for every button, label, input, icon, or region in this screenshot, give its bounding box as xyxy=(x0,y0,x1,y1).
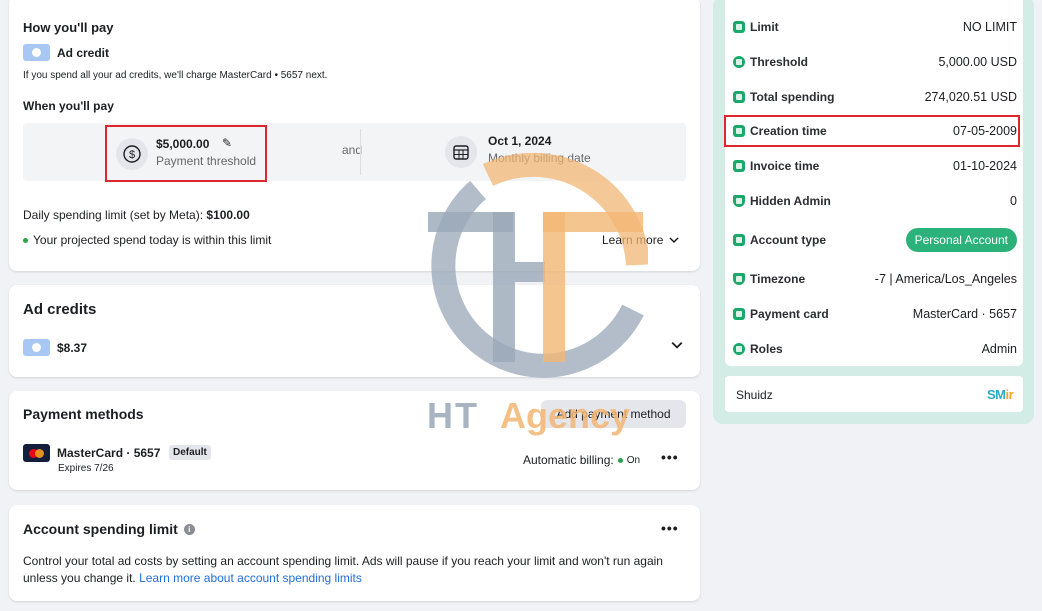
calendar-icon xyxy=(445,136,477,168)
default-badge: Default xyxy=(169,445,211,460)
ad-credit-label: Ad credit xyxy=(57,45,110,60)
info-row-timezone: Timezone -7 | America/Los_Angeles xyxy=(733,267,1017,291)
projected-text: Your projected spend today is within thi… xyxy=(33,233,272,247)
info-row-hidden-admin: Hidden Admin 0 xyxy=(733,189,1017,213)
info-label: Creation time xyxy=(750,124,827,138)
info-value: 274,020.51 USD xyxy=(924,90,1017,104)
payment-schedule: $ $5,000.00 ✎ Payment threshold and Oct … xyxy=(23,123,686,182)
account-type-badge: Personal Account xyxy=(905,228,1017,252)
info-value: MasterCard · 5657 xyxy=(912,307,1017,321)
info-row-account-type: Account type Personal Account xyxy=(733,228,1017,252)
mastercard-logo-icon xyxy=(23,444,50,462)
billing-date-label: Monthly billing date xyxy=(488,151,591,165)
chevron-down-icon[interactable] xyxy=(671,339,683,351)
status-dot-icon xyxy=(23,237,28,243)
info-row-total-spending: Total spending 274,020.51 USD xyxy=(733,85,1017,109)
info-value: 5,000.00 USD xyxy=(938,55,1017,69)
dollar-icon: $ xyxy=(116,138,148,170)
info-row-limit: Limit NO LIMIT xyxy=(733,15,1017,39)
shield-icon xyxy=(733,195,745,207)
payment-methods-title: Payment methods xyxy=(23,406,144,422)
watermark-word-ht: HT xyxy=(427,395,479,436)
automatic-billing-status: Automatic billing: On xyxy=(523,453,640,467)
charge-note: If you spend all your ad credits, we'll … xyxy=(23,70,328,81)
threshold-label: Payment threshold xyxy=(156,154,257,168)
info-row-creation-time: Creation time 07-05-2009 xyxy=(733,119,1017,143)
trend-icon xyxy=(733,56,745,68)
info-label: Roles xyxy=(750,342,783,356)
edit-threshold-icon[interactable]: ✎ xyxy=(222,136,232,150)
info-label: Payment card xyxy=(750,307,829,321)
status-dot-icon xyxy=(617,457,623,463)
card-expiry: Expires 7/26 xyxy=(58,463,114,474)
threshold-value: $5,000.00 xyxy=(156,137,210,151)
info-value: 01-10-2024 xyxy=(953,159,1017,173)
info-label: Timezone xyxy=(750,272,806,286)
info-row-invoice-time: Invoice time 01-10-2024 xyxy=(733,154,1017,178)
info-value: 0 xyxy=(1010,194,1017,208)
info-row-roles: Roles Admin xyxy=(733,337,1017,361)
info-row-threshold: Threshold 5,000.00 USD xyxy=(733,50,1017,74)
info-row-payment-card: Payment card MasterCard · 5657 xyxy=(733,302,1017,326)
info-value: 07-05-2009 xyxy=(953,124,1017,138)
watermark-word-agency: Agency xyxy=(500,395,631,436)
spending-limit-description: Control your total ad costs by setting a… xyxy=(23,553,683,587)
smir-logo: SMir xyxy=(987,387,1014,402)
info-label: Invoice time xyxy=(750,159,820,173)
account-info-list: Limit NO LIMIT Threshold 5,000.00 USD To… xyxy=(724,0,1023,366)
when-you-pay-title: When you'll pay xyxy=(23,99,114,113)
card-name: MasterCard · 5657 xyxy=(57,446,161,460)
info-value: Admin xyxy=(981,342,1017,356)
how-you-pay-title: How you'll pay xyxy=(23,20,114,35)
more-options-icon[interactable]: ••• xyxy=(661,449,679,465)
payment-threshold-highlight: $ $5,000.00 ✎ Payment threshold xyxy=(105,125,267,182)
ad-credits-title: Ad credits xyxy=(23,301,97,318)
divider xyxy=(360,129,361,175)
spending-limit-link[interactable]: Learn more about account spending limits xyxy=(139,571,362,585)
projected-spend-status: Your projected spend today is within thi… xyxy=(23,233,271,247)
ad-credit-method: Ad credit xyxy=(23,44,109,61)
daily-limit-label: Daily spending limit (set by Meta): xyxy=(23,208,207,222)
info-label: Threshold xyxy=(750,55,809,69)
ad-credits-card: Ad credits $8.37 xyxy=(9,285,700,377)
svg-text:$: $ xyxy=(129,149,135,161)
users-icon xyxy=(733,343,745,355)
ad-credit-icon xyxy=(23,44,50,61)
spending-limit-card: Account spending limit i ••• Control you… xyxy=(9,505,700,601)
card-icon xyxy=(733,308,745,320)
daily-limit-value: $100.00 xyxy=(206,208,250,222)
ad-credit-icon xyxy=(23,339,50,356)
billing-summary-card: How you'll pay Ad credit If you spend al… xyxy=(9,0,700,271)
info-label: Hidden Admin xyxy=(750,194,831,208)
wallet-icon xyxy=(733,91,745,103)
info-label: Total spending xyxy=(750,90,835,104)
auto-billing-label: Automatic billing: xyxy=(523,453,614,467)
more-options-icon[interactable]: ••• xyxy=(661,520,679,536)
daily-spending-limit: Daily spending limit (set by Meta): $100… xyxy=(23,208,250,222)
extension-footer: Shuidz SMir xyxy=(725,376,1023,412)
person-icon xyxy=(733,234,745,246)
ad-credits-amount: $8.37 xyxy=(57,340,88,355)
info-value: NO LIMIT xyxy=(962,20,1017,34)
calendar-icon xyxy=(733,125,745,137)
chevron-down-icon xyxy=(669,237,679,244)
card-icon xyxy=(733,21,745,33)
shield-icon xyxy=(733,273,745,285)
footer-name: Shuidz xyxy=(736,388,773,402)
info-value: -7 | America/Los_Angeles xyxy=(874,272,1017,286)
info-label: Account type xyxy=(750,233,827,247)
account-info-panel: Limit NO LIMIT Threshold 5,000.00 USD To… xyxy=(713,0,1034,424)
spending-limit-title: Account spending limit xyxy=(23,521,178,537)
invoice-icon xyxy=(733,160,745,172)
learn-more-button[interactable]: Learn more xyxy=(602,233,679,247)
info-label: Limit xyxy=(750,20,779,34)
learn-more-label: Learn more xyxy=(602,233,664,247)
billing-date-value: Oct 1, 2024 xyxy=(488,134,552,148)
info-icon[interactable]: i xyxy=(183,523,195,535)
spending-limit-header: Account spending limit i xyxy=(23,521,195,537)
auto-billing-state: On xyxy=(626,454,641,466)
ad-credits-balance: $8.37 xyxy=(23,339,87,356)
